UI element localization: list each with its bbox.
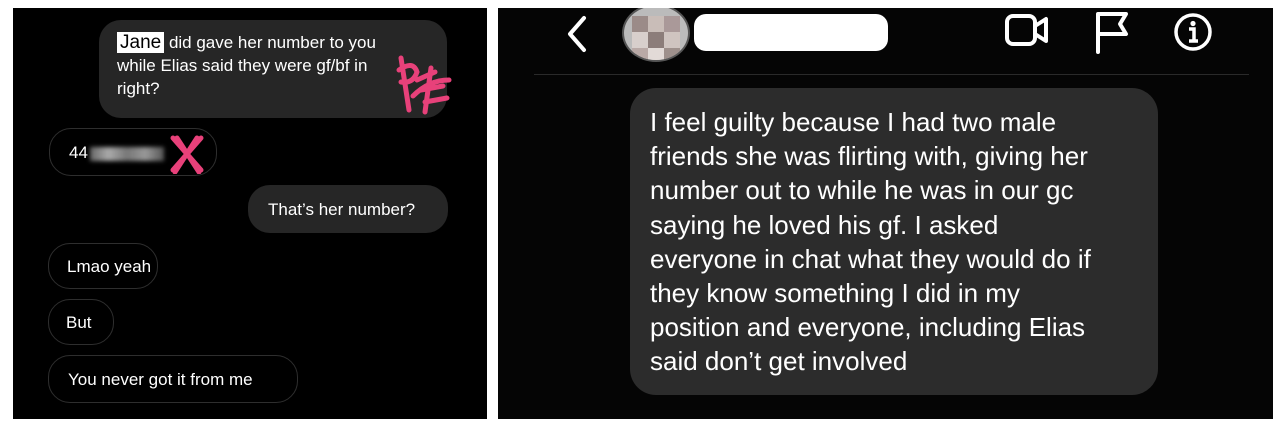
video-call-icon[interactable] xyxy=(1004,10,1050,50)
message-line: said don’t get involved xyxy=(650,346,908,377)
header-divider xyxy=(534,74,1249,75)
flag-icon[interactable] xyxy=(1092,10,1132,54)
message-text: You never got it from me xyxy=(68,370,253,389)
redaction-x-mark xyxy=(170,135,204,174)
message-text: while Elias said they were gf/bf in xyxy=(117,56,368,75)
message-text: Lmao yeah xyxy=(67,257,152,276)
message-text: did gave her number to you xyxy=(168,33,376,52)
back-chevron-icon[interactable] xyxy=(564,12,590,56)
message-line: saying he loved his gf. I asked xyxy=(650,209,999,240)
avatar[interactable] xyxy=(622,8,690,62)
left-chat-screenshot: Jane did gave her number to you while El… xyxy=(13,8,487,419)
message-line: position and everyone, including Elias xyxy=(650,312,1086,343)
message-text: That’s her number? xyxy=(268,200,416,219)
blurred-phone-number xyxy=(89,146,164,161)
redacted-username xyxy=(694,14,888,51)
info-icon[interactable] xyxy=(1172,11,1214,53)
message-bubble-sent[interactable]: That’s her number? xyxy=(248,185,448,233)
message-bubble-received[interactable]: Lmao yeah xyxy=(48,243,158,289)
sender-name-highlight: Jane xyxy=(117,32,165,53)
chat-header xyxy=(498,8,1273,74)
message-bubble-received[interactable]: But xyxy=(48,299,114,345)
message-line: I feel guilty because I had two male xyxy=(650,107,1057,137)
message-line: everyone in chat what they would do if xyxy=(650,243,1091,274)
message-line: they know something I did in my xyxy=(650,278,1020,309)
message-text: But xyxy=(66,313,92,332)
message-bubble-received[interactable]: I feel guilty because I had two male fri… xyxy=(630,88,1158,395)
redaction-scribble xyxy=(396,55,452,115)
right-chat-screenshot: I feel guilty because I had two male fri… xyxy=(498,8,1273,419)
message-text: right? xyxy=(117,79,160,98)
message-bubble-received[interactable]: You never got it from me xyxy=(48,355,298,403)
phone-number-prefix: 44 xyxy=(69,143,88,162)
message-line: friends she was flirting with, giving he… xyxy=(650,141,1088,172)
message-line: number out to while he was in our gc xyxy=(650,175,1074,206)
